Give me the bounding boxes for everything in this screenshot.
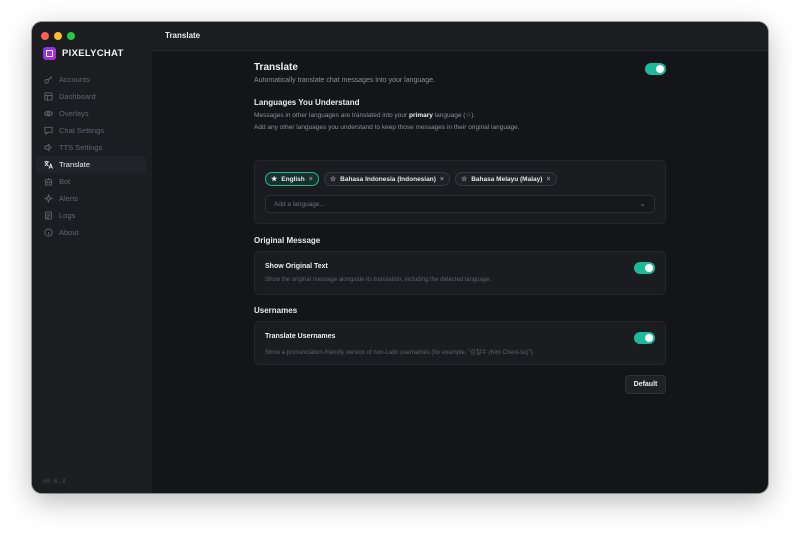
- star-outline-icon[interactable]: ☆: [330, 175, 336, 183]
- app-window: PIXELYCHAT Accounts Dashboard Overlays C…: [32, 22, 768, 493]
- brand: PIXELYCHAT: [43, 47, 124, 60]
- sidebar-item-logs[interactable]: Logs: [36, 207, 146, 224]
- translate-header: Translate Automatically translate chat m…: [254, 62, 435, 84]
- add-language-placeholder: Add a language...: [274, 200, 325, 208]
- translate-usernames-toggle[interactable]: [634, 332, 655, 344]
- logs-icon: [44, 211, 53, 220]
- translate-usernames-title: Translate Usernames: [265, 333, 336, 340]
- sidebar-item-alerts[interactable]: Alerts: [36, 190, 146, 207]
- sidebar-item-label: TTS Settings: [59, 143, 103, 152]
- translate-toggle[interactable]: [645, 63, 666, 75]
- star-outline-icon[interactable]: ☆: [461, 175, 467, 183]
- maximize-window-button[interactable]: [67, 32, 75, 40]
- sparkle-icon: [44, 194, 53, 203]
- show-original-title: Show Original Text: [265, 263, 328, 270]
- translate-title: Translate: [254, 62, 298, 73]
- sidebar-item-dashboard[interactable]: Dashboard: [36, 88, 146, 105]
- sidebar-item-translate[interactable]: Translate: [36, 156, 146, 173]
- sidebar-item-chat-settings[interactable]: Chat Settings: [36, 122, 146, 139]
- help-text-bold: primary: [409, 112, 433, 119]
- sidebar-item-label: Logs: [59, 211, 76, 220]
- language-chip-label: English: [281, 175, 305, 183]
- sidebar-item-label: Translate: [59, 160, 90, 169]
- languages-heading: Languages You Understand: [254, 98, 360, 107]
- original-message-heading: Original Message: [254, 236, 321, 245]
- bot-icon: [44, 177, 53, 186]
- languages-card: ★ English × ☆ Bahasa Indonesia (Indonesi…: [254, 160, 666, 224]
- page-title: Translate: [165, 31, 201, 40]
- close-window-button[interactable]: [41, 32, 49, 40]
- language-chip-indonesian[interactable]: ☆ Bahasa Indonesia (Indonesian) ×: [323, 172, 450, 186]
- sidebar-nav: Accounts Dashboard Overlays Chat Setting…: [36, 71, 146, 241]
- info-icon: [44, 228, 53, 237]
- languages-section: Languages You Understand Messages in oth…: [254, 98, 666, 134]
- toggle-knob: [656, 65, 664, 73]
- usernames-heading: Usernames: [254, 306, 298, 315]
- sidebar-item-label: About: [59, 228, 79, 237]
- translate-usernames-description: Show a pronunciation-friendly version of…: [265, 350, 535, 356]
- sidebar-item-tts-settings[interactable]: TTS Settings: [36, 139, 146, 156]
- sidebar-item-label: Chat Settings: [59, 126, 105, 135]
- language-chip-label: Bahasa Melayu (Malay): [471, 175, 543, 183]
- sidebar-item-label: Overlays: [59, 109, 89, 118]
- remove-icon[interactable]: ×: [546, 176, 550, 183]
- languages-help-line-2: Add any other languages you understand t…: [254, 124, 520, 131]
- remove-icon[interactable]: ×: [440, 176, 444, 183]
- sidebar: PIXELYCHAT Accounts Dashboard Overlays C…: [32, 22, 152, 493]
- language-chips: ★ English × ☆ Bahasa Indonesia (Indonesi…: [265, 172, 562, 186]
- sidebar-item-about[interactable]: About: [36, 224, 146, 241]
- default-button[interactable]: Default: [625, 375, 666, 394]
- languages-help-line-1: Messages in other languages are translat…: [254, 110, 666, 122]
- chevron-down-icon: ⌄: [639, 199, 646, 208]
- chat-bubble-icon: [44, 126, 53, 135]
- sidebar-item-accounts[interactable]: Accounts: [36, 71, 146, 88]
- help-text: Messages in other languages are translat…: [254, 112, 410, 119]
- key-icon: [44, 75, 53, 84]
- app-version: v0.6.3: [42, 477, 66, 485]
- show-original-description: Show the original message alongside its …: [265, 277, 492, 283]
- toggle-knob: [645, 264, 653, 272]
- help-text: language (☆).: [432, 112, 476, 119]
- star-filled-icon[interactable]: ★: [271, 175, 277, 183]
- language-chip-english[interactable]: ★ English ×: [265, 172, 319, 186]
- sidebar-item-label: Alerts: [59, 194, 79, 203]
- translate-usernames-card: Translate Usernames Show a pronunciation…: [254, 321, 666, 365]
- show-original-card: Show Original Text Show the original mes…: [254, 251, 666, 295]
- brand-name: PIXELYCHAT: [62, 48, 124, 59]
- translate-description: Automatically translate chat messages in…: [254, 77, 435, 84]
- window-controls: [41, 32, 75, 40]
- add-language-select[interactable]: Add a language... ⌄: [265, 195, 655, 213]
- sidebar-item-overlays[interactable]: Overlays: [36, 105, 146, 122]
- remove-icon[interactable]: ×: [309, 176, 313, 183]
- eye-icon: [44, 109, 53, 118]
- sidebar-item-label: Accounts: [59, 75, 90, 84]
- language-chip-malay[interactable]: ☆ Bahasa Melayu (Malay) ×: [454, 172, 557, 186]
- show-original-toggle[interactable]: [634, 262, 655, 274]
- translate-icon: [44, 160, 53, 169]
- title-bar: Translate: [152, 22, 768, 51]
- sidebar-item-bot[interactable]: Bot: [36, 173, 146, 190]
- minimize-window-button[interactable]: [54, 32, 62, 40]
- sidebar-item-label: Bot: [59, 177, 71, 186]
- dashboard-icon: [44, 92, 53, 101]
- speaker-icon: [44, 143, 53, 152]
- app-logo-icon: [43, 47, 56, 60]
- language-chip-label: Bahasa Indonesia (Indonesian): [340, 175, 436, 183]
- toggle-knob: [645, 334, 653, 342]
- sidebar-item-label: Dashboard: [59, 92, 96, 101]
